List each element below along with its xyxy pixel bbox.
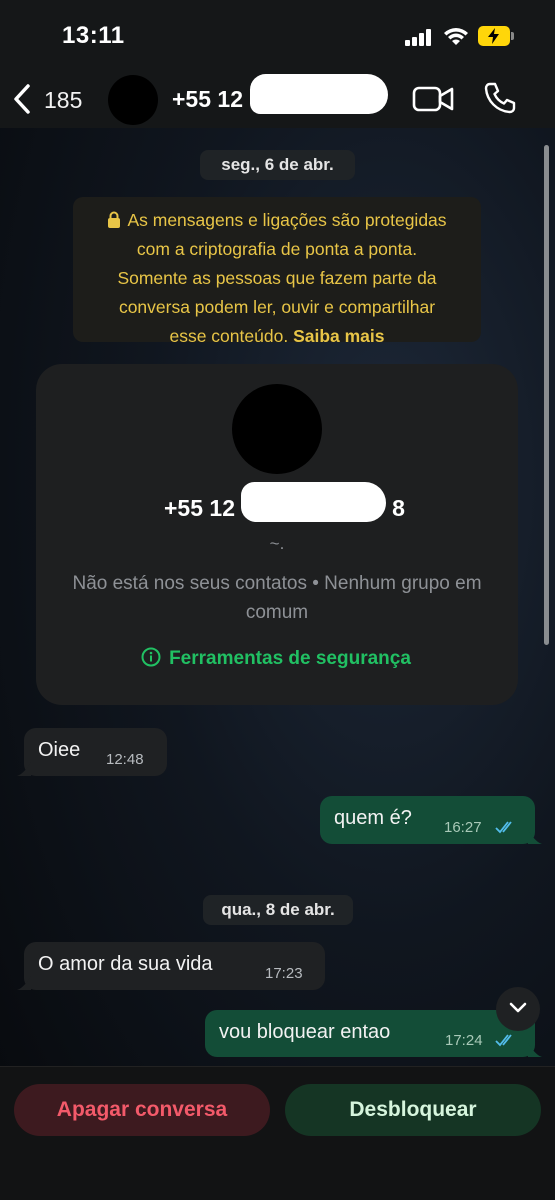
message-bubble-outgoing[interactable]: quem é? 16:27: [320, 796, 535, 844]
contact-info-card: +55 12 98 ~. Não está nos seus contatos …: [36, 364, 518, 705]
contact-status: ~.: [269, 534, 285, 553]
wifi-icon: [444, 28, 468, 45]
message-time: 17:24: [445, 1032, 483, 1049]
redaction-mark: [241, 482, 386, 522]
date-divider: seg., 6 de abr.: [200, 150, 355, 180]
notice-line: esse conteúdo.: [169, 326, 289, 346]
battery-charging-icon: [478, 26, 514, 46]
avatar[interactable]: [108, 75, 158, 125]
encryption-notice[interactable]: As mensagens e ligações são protegidas c…: [73, 197, 481, 346]
message-text: quem é?: [334, 807, 412, 829]
chevron-down-icon: [509, 1002, 527, 1013]
message-text: vou bloquear entao: [219, 1021, 391, 1043]
message-text: O amor da sua vida: [38, 953, 213, 975]
chat-screen: 13:11 185 +55 12 9 seg., 6 de abr. As me…: [0, 0, 555, 1200]
notice-line: Somente as pessoas que fazem parte da: [117, 268, 437, 288]
scrollbar[interactable]: [544, 145, 549, 645]
notice-line: conversa podem ler, ouvir e compartilhar: [118, 297, 436, 317]
redaction-mark: [250, 74, 388, 114]
video-call-icon[interactable]: [412, 84, 454, 114]
status-bar: 13:11: [0, 0, 555, 70]
security-tools-label: Ferramentas de segurança: [169, 648, 411, 669]
scroll-to-bottom-button[interactable]: [496, 987, 540, 1031]
date-divider: qua., 8 de abr.: [203, 895, 353, 925]
blocked-actions-bar: Apagar conversa Desbloquear: [0, 1066, 555, 1200]
phone-icon[interactable]: [483, 81, 517, 115]
delete-chat-button[interactable]: Apagar conversa: [14, 1084, 270, 1136]
signal-icon: [405, 28, 435, 46]
contact-avatar[interactable]: [232, 384, 322, 474]
bubble-tail: [528, 830, 542, 844]
chevron-left-icon[interactable]: [10, 82, 36, 116]
bubble-tail: [17, 762, 31, 776]
security-tools-link[interactable]: Ferramentas de segurança: [126, 647, 426, 673]
double-check-icon: [495, 821, 512, 834]
bubble-tail: [528, 1043, 542, 1057]
info-icon: [141, 647, 161, 667]
learn-more-link[interactable]: Saiba mais: [293, 326, 384, 346]
contact-description: Não está nos seus contatos • Nenhum grup…: [72, 573, 482, 623]
contact-number-end: 8: [392, 495, 405, 521]
chat-header: 185 +55 12 9: [0, 70, 555, 128]
message-time: 16:27: [444, 819, 482, 836]
message-time: 17:23: [265, 965, 303, 982]
double-check-icon: [495, 1034, 512, 1047]
message-bubble-outgoing[interactable]: vou bloquear entao 17:24: [205, 1010, 535, 1057]
bubble-tail: [17, 976, 31, 990]
contact-name[interactable]: +55 12 9: [172, 86, 262, 113]
status-time: 13:11: [62, 22, 125, 49]
notice-line: As mensagens e ligações são protegidas: [127, 210, 447, 230]
unblock-button[interactable]: Desbloquear: [285, 1084, 541, 1136]
lock-icon: [108, 211, 121, 228]
unread-count[interactable]: 185: [44, 87, 82, 114]
message-bubble-incoming[interactable]: O amor da sua vida 17:23: [24, 942, 325, 990]
message-text: Oiee: [38, 739, 81, 761]
message-time: 12:48: [106, 751, 144, 768]
message-bubble-incoming[interactable]: Oiee 12:48: [24, 728, 167, 776]
notice-line: com a criptografia de ponta a ponta.: [136, 239, 418, 259]
